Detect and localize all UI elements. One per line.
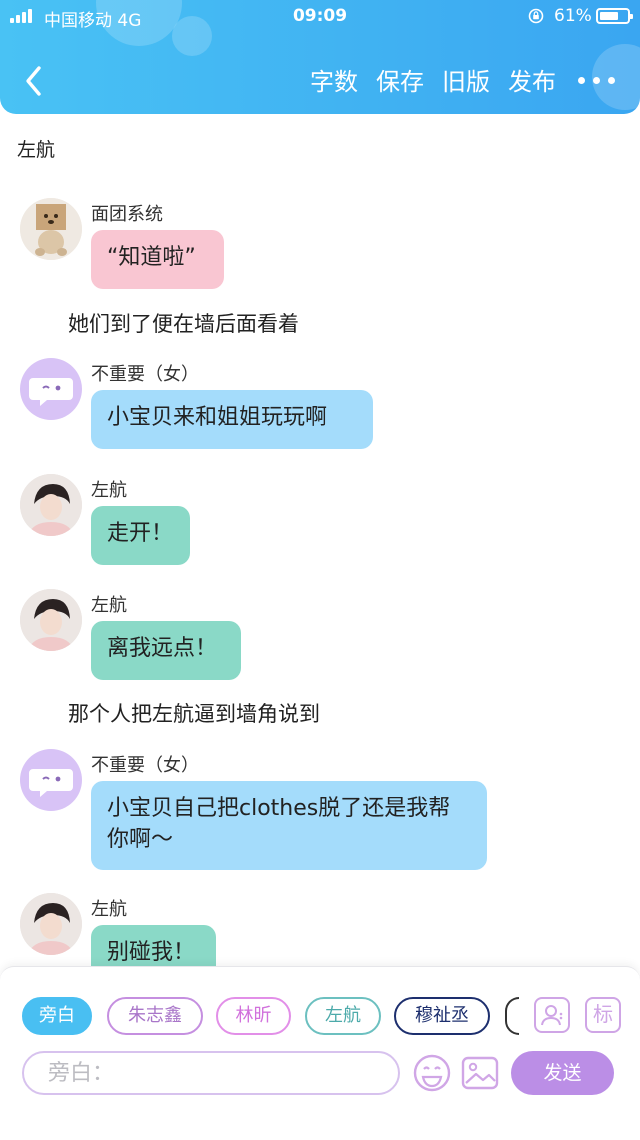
sender-name: 不重要（女） <box>91 364 199 385</box>
person-avatar-icon <box>20 474 82 536</box>
chat-bubble-icon <box>29 378 73 406</box>
emoji-icon[interactable] <box>412 1053 452 1093</box>
more-menu-button[interactable] <box>574 65 620 95</box>
role-chip-mu-zhicheng[interactable]: 穆祉丞 <box>394 997 490 1035</box>
chat-bubble[interactable]: 小宝贝自己把clothes脱了还是我帮你啊～ <box>91 781 487 870</box>
person-avatar-icon <box>20 589 82 651</box>
send-button[interactable]: 发送 <box>511 1051 614 1095</box>
person-add-icon <box>541 1005 563 1026</box>
publish-button[interactable]: 发布 <box>508 62 556 97</box>
role-chip-zuo-hang[interactable]: 左航 <box>305 997 381 1035</box>
chat-title: 左航 <box>17 139 56 161</box>
chat-bubble[interactable]: 走开！ <box>91 506 190 565</box>
narration-text: 她们到了便在墙后面看着 <box>68 312 299 336</box>
sender-name: 不重要（女） <box>91 755 199 776</box>
top-header: 中国移动 4G 09:09 61% 字数 保存 旧版 发布 <box>0 0 640 114</box>
back-button[interactable] <box>20 64 50 98</box>
tag-button[interactable]: 标 <box>585 997 621 1033</box>
photo-avatar[interactable] <box>20 589 82 651</box>
sender-name: 面团系统 <box>91 204 163 225</box>
sender-name: 左航 <box>91 899 127 920</box>
purple-chat-avatar[interactable] <box>20 749 82 811</box>
old-version-button[interactable]: 旧版 <box>442 62 490 97</box>
role-chip-lin-xin[interactable]: 林昕 <box>216 997 291 1035</box>
battery-icon <box>596 8 633 24</box>
battery-percentage: 61% <box>554 6 592 26</box>
tag-button-label: 标 <box>593 1002 613 1026</box>
photo-avatar[interactable] <box>20 474 82 536</box>
purple-chat-avatar[interactable] <box>20 358 82 420</box>
message-input[interactable] <box>22 1051 400 1095</box>
chat-bubble[interactable]: 小宝贝来和姐姐玩玩啊 <box>91 390 373 449</box>
person-avatar-icon <box>20 893 82 955</box>
photo-avatar[interactable] <box>20 893 82 955</box>
sender-name: 左航 <box>91 595 127 616</box>
image-icon[interactable] <box>461 1055 499 1091</box>
clock: 09:09 <box>292 6 348 26</box>
chat-bubble[interactable]: 离我远点！ <box>91 621 241 680</box>
add-role-button[interactable] <box>534 997 570 1033</box>
role-chip-overflow[interactable] <box>505 997 519 1035</box>
narration-text: 那个人把左航逼到墙角说到 <box>68 702 320 726</box>
status-bar: 中国移动 4G 09:09 61% <box>0 0 640 34</box>
role-chip-zhu-zhixin[interactable]: 朱志鑫 <box>107 997 203 1035</box>
word-count-button[interactable]: 字数 <box>310 62 358 97</box>
bear-avatar[interactable] <box>20 198 82 260</box>
header-actions: 字数 保存 旧版 发布 <box>310 62 640 97</box>
sender-name: 左航 <box>91 480 127 501</box>
rotation-lock-icon <box>528 8 544 24</box>
save-button[interactable]: 保存 <box>376 62 424 97</box>
composer-panel: 旁白 朱志鑫 林昕 左航 穆祉丞 标 发送 <box>0 966 640 1140</box>
role-chip-narrator[interactable]: 旁白 <box>22 997 92 1035</box>
chat-bubble[interactable]: “知道啦” <box>91 230 224 289</box>
bear-avatar-icon <box>20 198 82 260</box>
chat-bubble-icon <box>29 769 73 797</box>
